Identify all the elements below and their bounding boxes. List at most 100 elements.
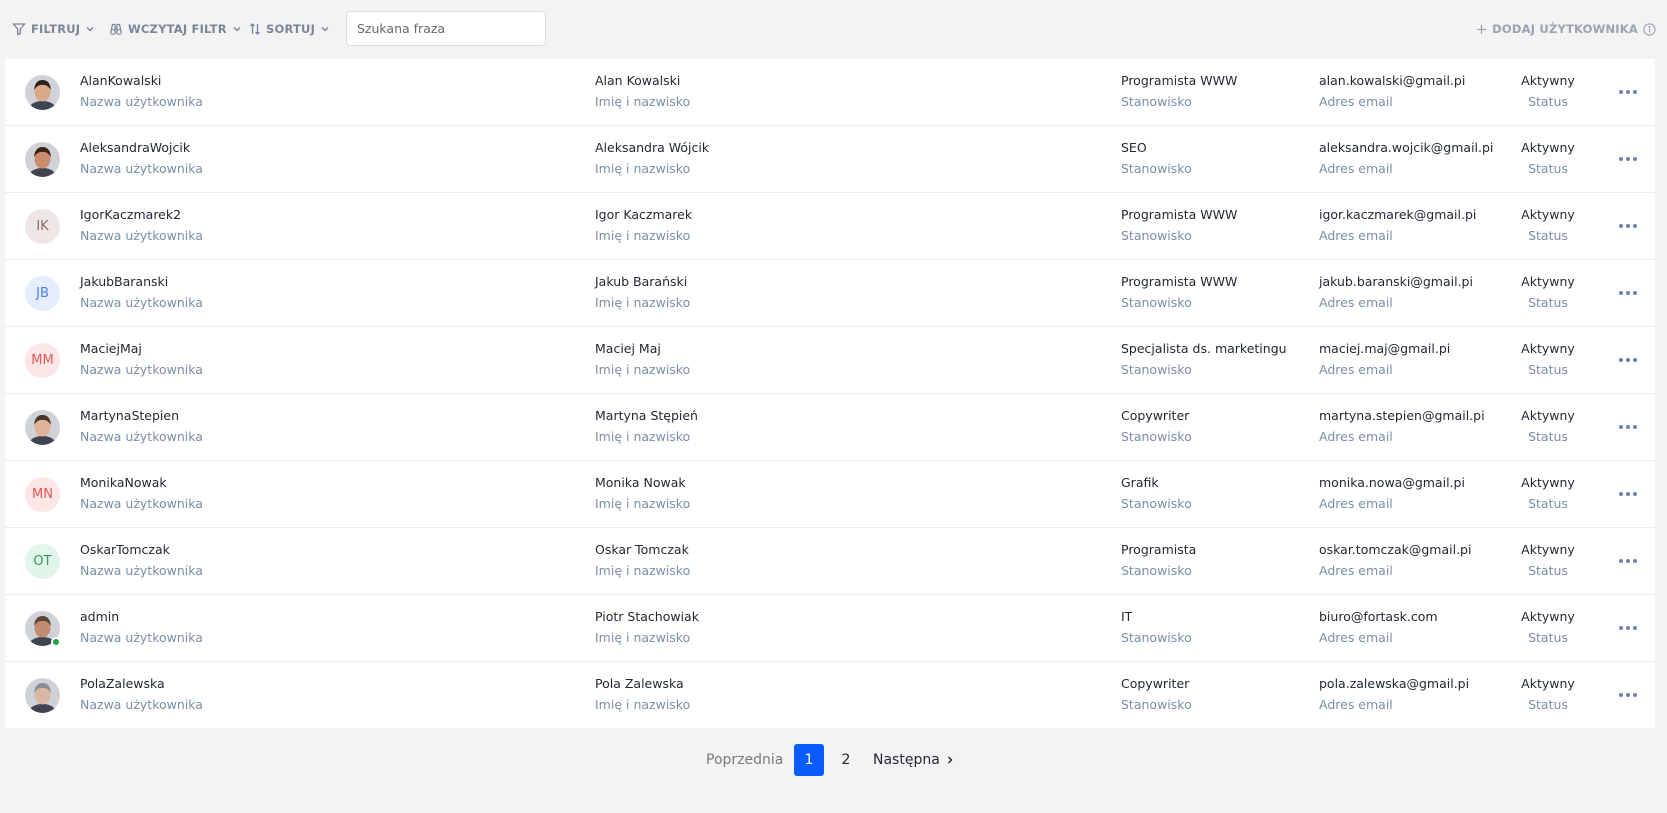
position-value: SEO [1121,140,1147,155]
username-value: MartynaStepien [80,408,180,423]
search-input[interactable] [346,11,546,46]
email-value: pola.zalewska@gmail.pi [1319,676,1470,691]
filter-label: FILTRUJ [31,22,81,36]
table-row[interactable]: MartynaStepien Nazwa użytkownika Martyna S… [5,394,1655,461]
email-value: jakub.baranski@gmail.pi [1319,274,1473,289]
load-filter-button[interactable]: WCZYTAJ FILTR [109,20,242,38]
more-options-icon[interactable] [1617,688,1639,702]
fullname-cell: Aleksandra Wójcik Imię i nazwisko [595,140,709,177]
username-cell: AleksandraWojcik Nazwa użytkownika [80,140,203,177]
position-cell: Specjalista ds. marketingu Stanowisko [1121,341,1287,378]
username-cell: AlanKowalski Nazwa użytkownika [80,73,203,110]
avatar[interactable]: OT [25,544,60,579]
page-number: 2 [841,752,851,768]
avatar[interactable] [25,678,60,713]
fullname-label: Imię i nazwisko [595,228,691,243]
plus-icon [1477,24,1487,34]
next-page-button[interactable]: Następna [873,744,954,776]
previous-page-button[interactable]: Poprzednia [706,744,783,776]
status-cell: Aktywny Status [1518,475,1578,512]
avatar[interactable]: JB [25,276,60,311]
email-label: Adres email [1319,630,1393,645]
avatar-initials: OT [33,554,52,569]
email-label: Adres email [1319,94,1393,109]
status-value: Aktywny [1521,408,1575,423]
sort-label: SORTUJ [266,22,316,36]
table-row[interactable]: AleksandraWojcik Nazwa użytkownika Aleksan… [5,126,1655,193]
status-label: Status [1528,161,1568,176]
page-2-button[interactable]: 2 [836,744,856,776]
status-cell: Aktywny Status [1518,609,1578,646]
avatar[interactable]: MN [25,477,60,512]
table-row[interactable]: PolaZalewska Nazwa użytkownika Pola Zalews… [5,662,1655,729]
email-cell: maciej.maj@gmail.pi Adres email [1319,341,1450,378]
more-options-icon[interactable] [1617,554,1639,568]
fullname-cell: Monika Nowak Imię i nazwisko [595,475,690,512]
status-value: Aktywny [1521,609,1575,624]
status-value: Aktywny [1521,542,1575,557]
position-label: Stanowisko [1121,161,1192,176]
username-value: MaciejMaj [80,341,142,356]
table-row[interactable]: JB JakubBaranski Nazwa użytkownika Jakub Ba… [5,260,1655,327]
more-options-icon[interactable] [1617,85,1639,99]
filter-button[interactable]: FILTRUJ [12,20,95,38]
fullname-label: Imię i nazwisko [595,496,691,511]
more-options-icon[interactable] [1617,420,1639,434]
users-table: AlanKowalski Nazwa użytkownika Alan Kowals… [5,59,1655,728]
username-label: Nazwa użytkownika [80,429,203,444]
chevron-down-icon [233,27,241,32]
email-cell: martyna.stepien@gmail.pi Adres email [1319,408,1485,445]
email-value: martyna.stepien@gmail.pi [1319,408,1485,423]
next-page-label: Następna [873,752,940,768]
add-user-button[interactable]: DODAJ UŻYTKOWNIKA [1476,20,1656,38]
email-label: Adres email [1319,697,1393,712]
avatar[interactable]: MM [25,343,60,378]
fullname-value: Aleksandra Wójcik [595,140,710,155]
email-value: oskar.tomczak@gmail.pi [1319,542,1472,557]
table-row[interactable]: admin Nazwa użytkownika Piotr Stachowiak Im… [5,595,1655,662]
username-value: AleksandraWojcik [80,140,191,155]
table-row[interactable]: AlanKowalski Nazwa użytkownika Alan Kowals… [5,59,1655,126]
table-row[interactable]: MN MonikaNowak Nazwa użytkownika Monika Now… [5,461,1655,528]
load-filter-label: WCZYTAJ FILTR [128,22,227,36]
status-label: Status [1528,295,1568,310]
fullname-label: Imię i nazwisko [595,362,691,377]
username-cell: PolaZalewska Nazwa użytkownika [80,676,203,713]
avatar[interactable] [25,75,60,110]
position-value: Programista WWW [1121,207,1238,222]
more-options-icon[interactable] [1617,286,1639,300]
sort-button[interactable]: SORTUJ [249,20,330,38]
status-cell: Aktywny Status [1518,341,1578,378]
more-options-icon[interactable] [1617,353,1639,367]
add-user-label: DODAJ UŻYTKOWNIKA [1492,22,1638,36]
avatar[interactable] [25,410,60,445]
username-cell: MartynaStepien Nazwa użytkownika [80,408,203,445]
avatar[interactable] [25,611,61,647]
table-row[interactable]: OT OskarTomczak Nazwa użytkownika Oskar Tom… [5,528,1655,595]
more-options-icon[interactable] [1617,487,1639,501]
email-cell: biuro@fortask.com Adres email [1319,609,1438,646]
user-photo-icon [25,678,60,713]
avatar[interactable]: IK [25,209,60,244]
chevron-down-icon [86,27,94,32]
status-label: Status [1528,630,1568,645]
status-cell: Aktywny Status [1518,274,1578,311]
email-cell: pola.zalewska@gmail.pi Adres email [1319,676,1469,713]
table-row[interactable]: MM MaciejMaj Nazwa użytkownika Maciej Maj Im… [5,327,1655,394]
position-cell: Programista WWW Stanowisko [1121,207,1237,244]
email-value: igor.kaczmarek@gmail.pi [1319,207,1477,222]
more-options-icon[interactable] [1617,152,1639,166]
fullname-value: Maciej Maj [595,341,661,356]
table-row[interactable]: IK IgorKaczmarek2 Nazwa użytkownika Igor Ka… [5,193,1655,260]
status-cell: Aktywny Status [1518,676,1578,713]
avatar[interactable] [25,142,60,177]
page-1-button[interactable]: 1 [794,744,824,776]
username-label: Nazwa użytkownika [80,630,203,645]
more-options-icon[interactable] [1617,621,1639,635]
email-cell: jakub.baranski@gmail.pi Adres email [1319,274,1473,311]
avatar-initials: IK [36,219,49,234]
sort-icon [250,23,260,35]
info-icon[interactable] [1643,22,1656,36]
more-options-icon[interactable] [1617,219,1639,233]
avatar-initials: MM [31,353,54,368]
